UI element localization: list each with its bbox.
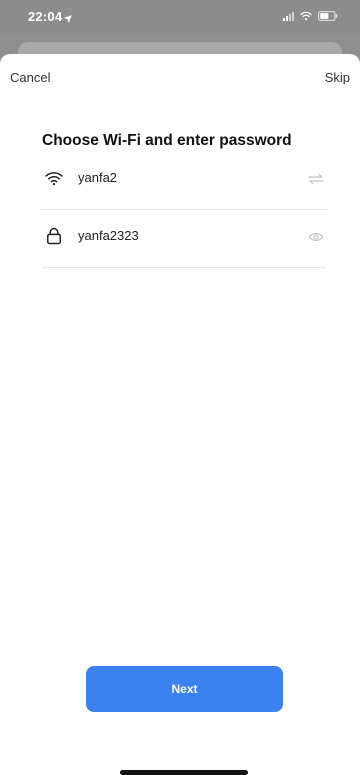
cancel-button[interactable]: Cancel bbox=[10, 70, 50, 85]
wifi-setup-sheet: Cancel Skip Choose Wi-Fi and enter passw… bbox=[0, 54, 360, 775]
ssid-value: yanfa2 bbox=[78, 170, 118, 185]
eye-icon[interactable] bbox=[308, 230, 324, 242]
status-time-text: 22:04 bbox=[28, 9, 63, 24]
status-bar: 22:04➤ bbox=[0, 0, 360, 34]
skip-button[interactable]: Skip bbox=[325, 70, 350, 85]
battery-icon bbox=[318, 11, 338, 21]
wifi-ssid-field[interactable]: yanfa2 bbox=[42, 151, 326, 210]
wifi-password-field[interactable]: yanfa2323 bbox=[42, 209, 326, 268]
switch-network-icon[interactable] bbox=[308, 172, 324, 185]
wifi-icon bbox=[44, 168, 64, 188]
page-title: Choose Wi-Fi and enter password bbox=[42, 132, 292, 149]
lock-icon bbox=[44, 226, 64, 246]
wifi-icon bbox=[300, 11, 312, 21]
phone-screen: 22:04➤ Cancel Skip Choose Wi-Fi and ente… bbox=[0, 0, 360, 775]
cellular-signal-icon bbox=[283, 11, 294, 21]
status-icons bbox=[283, 11, 338, 21]
home-indicator bbox=[120, 770, 248, 775]
next-button[interactable]: Next bbox=[86, 666, 283, 712]
status-time: 22:04➤ bbox=[28, 9, 77, 26]
location-arrow-icon: ➤ bbox=[62, 11, 77, 26]
password-value: yanfa2323 bbox=[78, 228, 139, 243]
